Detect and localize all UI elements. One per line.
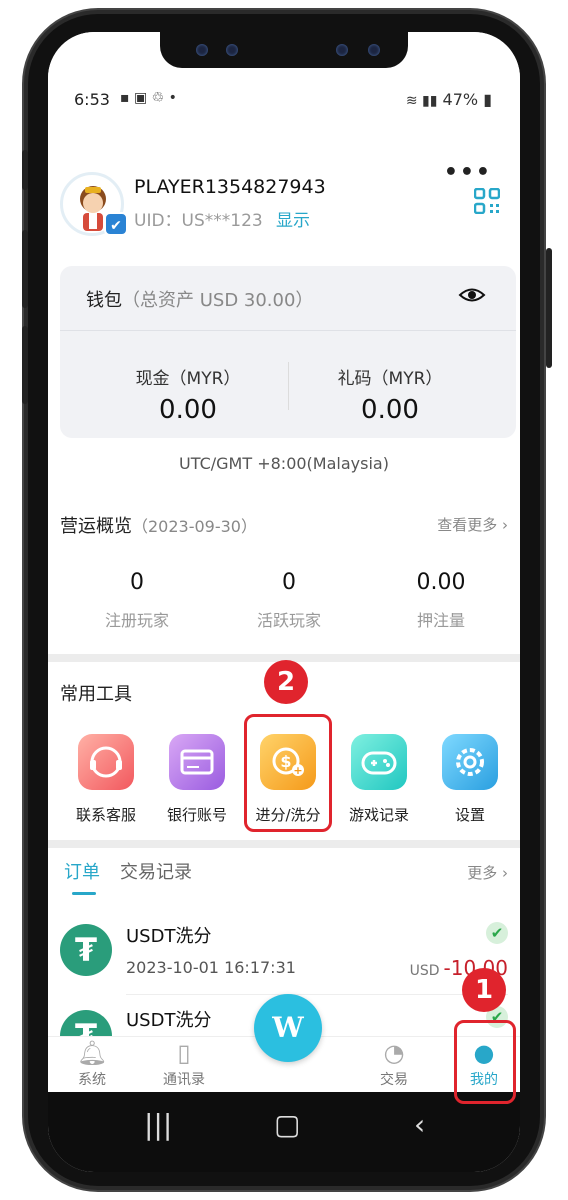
wallet-column-divider (288, 362, 289, 410)
stat-value: 0.00 (416, 570, 466, 595)
verified-badge-icon: ✔ (104, 212, 128, 236)
card-icon (169, 734, 225, 790)
system-nav-bar: ||| ▢ ‹ (48, 1092, 520, 1172)
tab-active-indicator (72, 892, 96, 895)
center-home-button[interactable]: W (254, 994, 322, 1062)
nav-label: 交易 (380, 1072, 408, 1088)
usdt-icon: ₮ (60, 924, 112, 976)
tool-label: 设置 (454, 806, 485, 824)
nav-contacts[interactable]: ▯ 通讯录 (144, 1037, 224, 1089)
cash-value: 0.00 (159, 395, 217, 425)
phone-side-button (22, 150, 28, 190)
overview-date: （2023-09-30） (132, 517, 257, 536)
clock-icon: ◔ (383, 1039, 405, 1067)
stat-bets: 0.00 押注量 (366, 570, 516, 631)
timezone-label: UTC/GMT +8:00(Malaysia) (179, 454, 389, 473)
gift-label: 礼码（MYR） (337, 369, 443, 389)
overview-more-label: 查看更多 (437, 516, 498, 534)
order-title: USDT洗分 (126, 1010, 212, 1031)
orders-more-link[interactable]: 更多 › (467, 862, 508, 883)
chevron-right-icon: › (502, 516, 508, 534)
phone-volume-down (22, 326, 28, 404)
sensor-icon (336, 44, 348, 56)
status-notification-icons: ▪ ▣ ♲ • (120, 90, 177, 106)
row-divider (126, 994, 508, 995)
stat-label: 注册玩家 (104, 611, 169, 630)
success-check-icon: ✔ (486, 922, 508, 944)
home-icon[interactable]: ▢ (274, 1108, 300, 1141)
phone-volume-up (22, 230, 28, 308)
tool-bank-account[interactable]: 银行账号 (152, 734, 242, 825)
overview-card: 营运概览（2023-09-30） 查看更多 › 0 注册玩家 0 活跃玩家 0.… (48, 492, 520, 654)
gamepad-icon (351, 734, 407, 790)
wifi-icon: ≋ ▮▮ (405, 93, 438, 109)
chevron-right-icon: › (502, 864, 508, 882)
uid-show-toggle[interactable]: 显示 (276, 206, 310, 231)
recent-apps-icon[interactable]: ||| (144, 1108, 172, 1141)
battery-icon: ▮ (483, 90, 492, 109)
contacts-icon: ▯ (177, 1039, 191, 1067)
wallet-divider (60, 330, 516, 331)
tool-label: 联系客服 (75, 806, 136, 824)
nav-trade[interactable]: ◔ 交易 (354, 1037, 434, 1089)
battery-level: 47% (442, 90, 479, 109)
tool-label: 游戏记录 (348, 806, 409, 824)
order-title: USDT洗分 (126, 926, 212, 947)
order-date: 2023-10-01 16:17:31 (126, 958, 296, 977)
sensor-icon (368, 44, 380, 56)
tool-settings[interactable]: 设置 (425, 734, 515, 825)
cash-balance: 现金（MYR） 0.00 (88, 364, 288, 425)
step-badge-1: 1 (462, 968, 506, 1012)
uid-label: UID：US***123 (134, 211, 263, 231)
stat-value: 0 (282, 570, 296, 595)
nav-system[interactable]: 🔔︎ 系统 (52, 1037, 132, 1089)
gear-icon (442, 734, 498, 790)
step-badge-2: 2 (264, 660, 308, 704)
app-screen: 6:53 ▪ ▣ ♲ • ≋ ▮▮ 47% ▮ ••• ✔ PLAYER1354… (48, 32, 520, 1172)
gift-value: 0.00 (361, 395, 419, 425)
qr-code-icon[interactable] (474, 188, 500, 214)
cash-label: 现金（MYR） (135, 369, 241, 389)
nav-label: 通讯录 (163, 1072, 205, 1088)
tab-transactions[interactable]: 交易记录 (120, 858, 192, 884)
gift-balance: 礼码（MYR） 0.00 (290, 364, 490, 425)
tab-orders[interactable]: 订单 (64, 858, 100, 884)
wallet-total: （总资产 USD 30.00） (122, 290, 314, 311)
status-time: 6:53 (74, 90, 110, 109)
headset-icon (78, 734, 134, 790)
order-currency: USD (409, 963, 440, 979)
notch (160, 32, 408, 68)
highlight-box-mine (454, 1020, 516, 1104)
stat-label: 押注量 (416, 611, 465, 630)
tool-label: 银行账号 (166, 806, 227, 824)
overview-more-link[interactable]: 查看更多 › (437, 514, 508, 535)
stat-registered: 0 注册玩家 (62, 570, 212, 631)
wallet-title: 钱包（总资产 USD 30.00） (86, 286, 313, 312)
highlight-box-deposit (244, 714, 332, 832)
back-icon[interactable]: ‹ (414, 1108, 425, 1141)
phone-power-button (546, 248, 552, 368)
wallet-card: 钱包（总资产 USD 30.00） 现金（MYR） 0.00 礼码（MYR） 0… (60, 266, 516, 438)
tool-game-records[interactable]: 游戏记录 (334, 734, 424, 825)
camera-icon (226, 44, 238, 56)
tools-title: 常用工具 (60, 684, 132, 705)
player-name: PLAYER1354827943 (134, 176, 326, 198)
sensor-icon (196, 44, 208, 56)
nav-label: 系统 (78, 1072, 106, 1088)
stat-label: 活跃玩家 (256, 611, 321, 630)
status-battery: ≋ ▮▮ 47% ▮ (406, 90, 492, 109)
more-menu-icon[interactable]: ••• (444, 160, 492, 185)
orders-more-label: 更多 (467, 864, 498, 882)
stat-value: 0 (130, 570, 144, 595)
stat-active: 0 活跃玩家 (214, 570, 364, 631)
eye-icon[interactable] (458, 284, 486, 306)
tool-customer-service[interactable]: 联系客服 (61, 734, 151, 825)
overview-title: 营运概览（2023-09-30） (60, 512, 257, 538)
overview-title-label: 营运概览 (60, 516, 132, 537)
bell-icon: 🔔︎ (76, 1039, 108, 1067)
wallet-title-label: 钱包 (86, 290, 122, 311)
